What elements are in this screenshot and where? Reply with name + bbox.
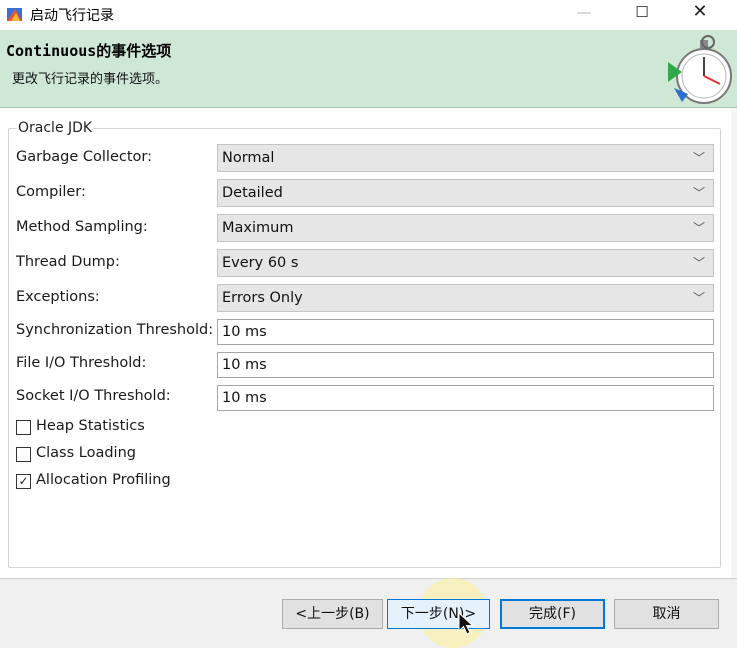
socket-io-threshold-label: Socket I/O Threshold: (16, 388, 171, 404)
garbage-collector-select[interactable]: Normal ﹀ (217, 144, 714, 172)
method-sampling-value: Maximum (222, 220, 294, 236)
method-sampling-label: Method Sampling: (16, 219, 148, 235)
checkbox-box[interactable] (16, 420, 31, 435)
file-io-threshold-input[interactable]: 10 ms (217, 352, 714, 378)
maximize-button[interactable]: ☐ (614, 0, 670, 26)
close-button[interactable]: ✕ (672, 0, 728, 26)
scroll-edge (731, 108, 737, 578)
minimize-button[interactable]: — (556, 0, 612, 26)
window-title: 启动飞行记录 (30, 8, 114, 24)
exceptions-select[interactable]: Errors Only ﹀ (217, 284, 714, 312)
garbage-collector-label: Garbage Collector: (16, 149, 153, 165)
socket-io-threshold-input[interactable]: 10 ms (217, 385, 714, 411)
stopwatch-icon (668, 35, 732, 104)
cancel-button[interactable]: 取消 (614, 599, 719, 629)
heap-statistics-label: Heap Statistics (36, 418, 145, 434)
page-description: 更改飞行记录的事件选项。 (12, 72, 169, 87)
app-icon (7, 8, 22, 21)
back-button[interactable]: <上一步(B) (282, 599, 383, 629)
thread-dump-value: Every 60 s (222, 255, 299, 271)
thread-dump-select[interactable]: Every 60 s ﹀ (217, 249, 714, 277)
wizard-banner: Continuous的事件选项 更改飞行记录的事件选项。 (0, 30, 737, 108)
compiler-value: Detailed (222, 185, 283, 201)
allocation-profiling-label: Allocation Profiling (36, 472, 171, 488)
chevron-down-icon: ﹀ (692, 151, 705, 165)
title-bar: 启动飞行记录 — ☐ ✕ (0, 0, 737, 30)
finish-button[interactable]: 完成(F) (500, 599, 605, 629)
thread-dump-label: Thread Dump: (16, 254, 120, 270)
chevron-down-icon: ﹀ (692, 291, 705, 305)
chevron-down-icon: ﹀ (692, 186, 705, 200)
group-legend: Oracle JDK (16, 120, 95, 136)
chevron-down-icon: ﹀ (692, 256, 705, 270)
file-io-threshold-label: File I/O Threshold: (16, 355, 147, 371)
next-button[interactable]: 下一步(N)> (387, 599, 490, 629)
page-title: Continuous的事件选项 (6, 42, 172, 60)
sync-threshold-label: Synchronization Threshold: (16, 322, 214, 338)
compiler-label: Compiler: (16, 184, 86, 200)
exceptions-value: Errors Only (222, 290, 303, 306)
chevron-down-icon: ﹀ (692, 221, 705, 235)
class-loading-label: Class Loading (36, 445, 136, 461)
method-sampling-select[interactable]: Maximum ﹀ (217, 214, 714, 242)
checkbox-box[interactable] (16, 447, 31, 462)
exceptions-label: Exceptions: (16, 289, 100, 305)
checkmark-icon[interactable]: ✓ (16, 474, 31, 489)
mouse-pointer-icon (458, 612, 474, 635)
garbage-collector-value: Normal (222, 150, 275, 166)
compiler-select[interactable]: Detailed ﹀ (217, 179, 714, 207)
sync-threshold-input[interactable]: 10 ms (217, 319, 714, 345)
